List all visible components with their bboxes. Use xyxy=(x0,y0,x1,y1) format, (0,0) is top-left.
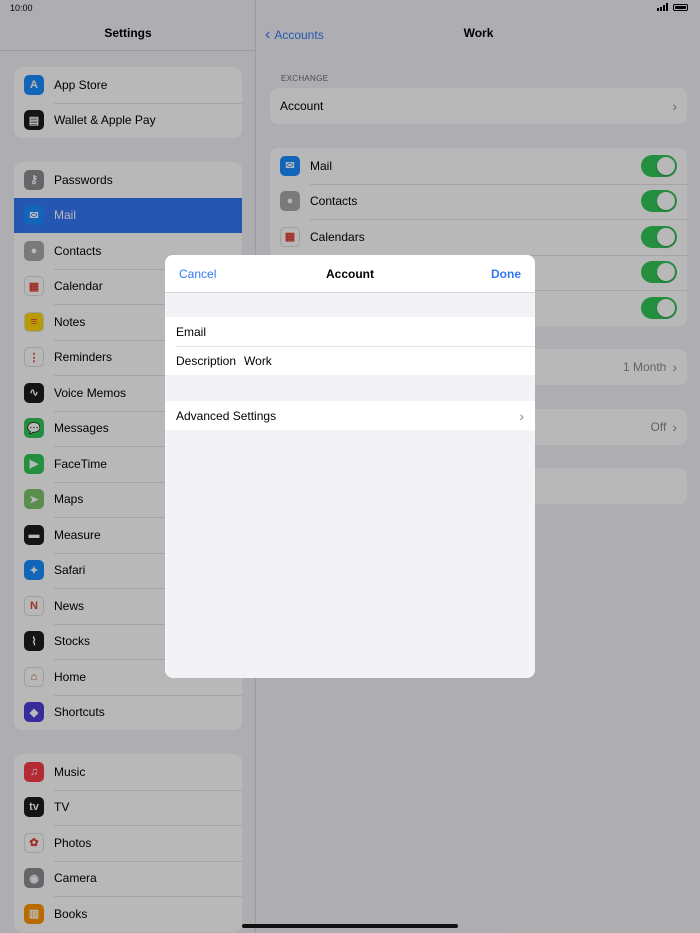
email-label: Email xyxy=(176,324,207,339)
home-indicator[interactable] xyxy=(242,924,458,928)
description-field[interactable]: Work xyxy=(244,354,272,368)
advanced-settings-label: Advanced Settings xyxy=(176,408,277,423)
advanced-group: Advanced Settings › xyxy=(165,401,535,430)
status-time: 10:00 xyxy=(10,3,33,13)
email-row[interactable]: Email xyxy=(165,317,535,346)
chevron-right-icon: › xyxy=(519,407,524,424)
modal-header: Cancel Account Done xyxy=(165,255,535,293)
done-button[interactable]: Done xyxy=(491,267,521,281)
battery-icon xyxy=(673,3,688,11)
description-label: Description xyxy=(176,353,237,368)
modal-title: Account xyxy=(326,267,374,281)
account-modal: Cancel Account Done Email Description Wo… xyxy=(165,255,535,678)
status-bar: 10:00 xyxy=(0,0,700,16)
cellular-signal-icon xyxy=(657,3,668,11)
advanced-settings-row[interactable]: Advanced Settings › xyxy=(165,401,535,430)
description-row[interactable]: Description Work xyxy=(165,346,535,375)
account-fields-group: Email Description Work xyxy=(165,317,535,375)
